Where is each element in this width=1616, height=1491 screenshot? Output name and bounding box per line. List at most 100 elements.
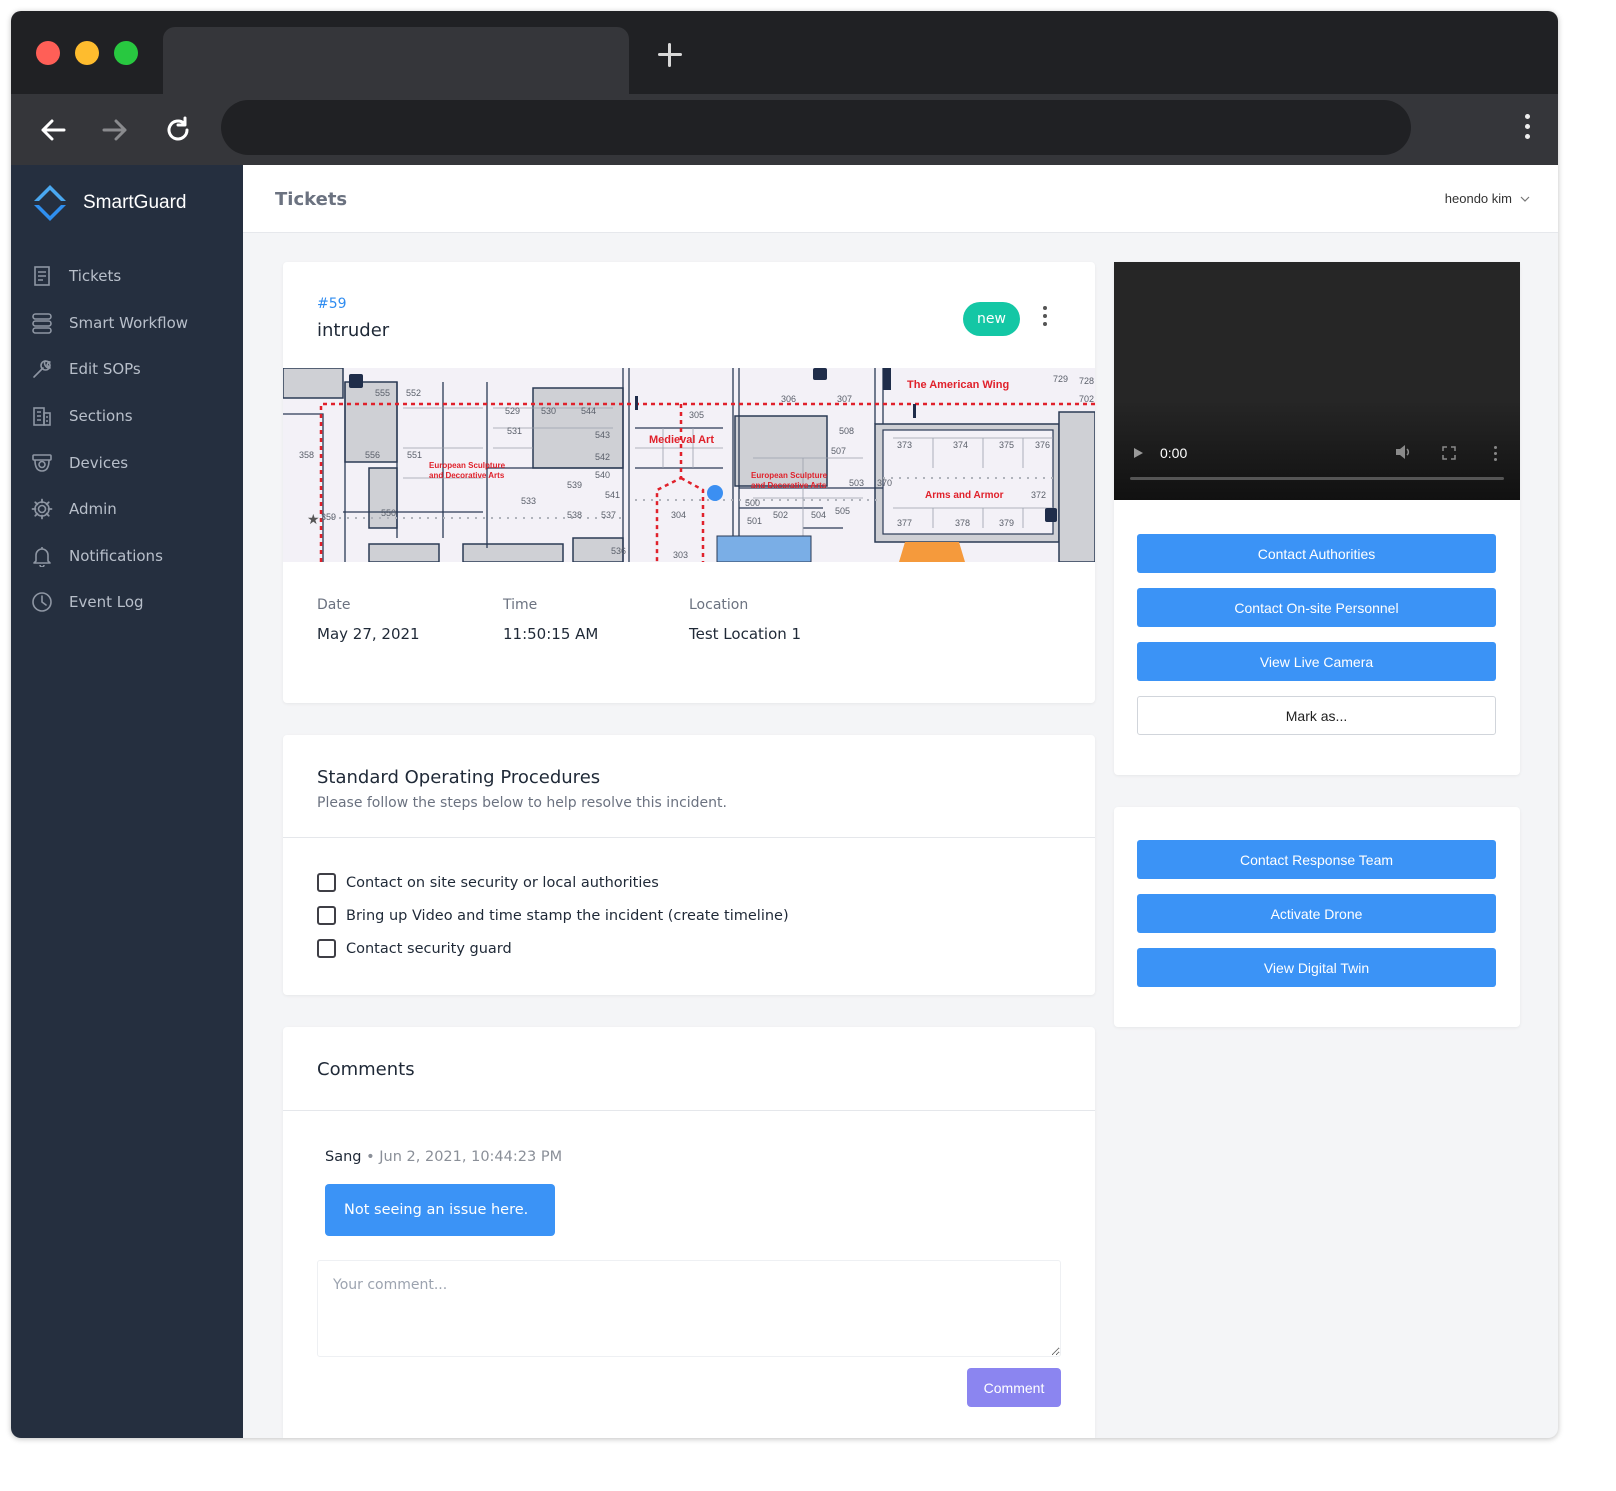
- comments-title: Comments: [317, 1059, 415, 1080]
- sidebar-item-tickets[interactable]: Tickets: [11, 253, 243, 300]
- activate-drone-button[interactable]: Activate Drone: [1137, 894, 1496, 933]
- comment-author: Sang: [325, 1149, 362, 1165]
- browser-tab[interactable]: [163, 27, 629, 94]
- maximize-window-button[interactable]: [114, 41, 138, 65]
- sidebar-item-admin[interactable]: Admin: [11, 486, 243, 533]
- sop-step[interactable]: Contact security guard: [317, 939, 512, 958]
- floor-map[interactable]: ★ The American Wing Medieval Art Europea…: [283, 368, 1095, 562]
- sop-title: Standard Operating Procedures: [317, 767, 601, 788]
- user-name: heondo kim: [1444, 191, 1512, 206]
- sop-step-checkbox[interactable]: [317, 873, 336, 892]
- view-live-camera-button[interactable]: View Live Camera: [1137, 642, 1496, 681]
- chevron-down-icon: [1520, 196, 1530, 202]
- sop-step-checkbox[interactable]: [317, 906, 336, 925]
- svg-text:359: 359: [321, 512, 336, 522]
- time-label: Time: [503, 597, 538, 613]
- svg-text:375: 375: [999, 440, 1014, 450]
- svg-text:501: 501: [747, 516, 762, 526]
- sidebar-item-label: Notifications: [69, 546, 163, 565]
- comment-input[interactable]: [317, 1260, 1061, 1357]
- sidebar-item-label: Devices: [69, 453, 129, 472]
- svg-text:539: 539: [567, 480, 582, 490]
- sop-card: Standard Operating Procedures Please fol…: [283, 735, 1095, 995]
- mark-as-button[interactable]: Mark as...: [1137, 696, 1496, 735]
- svg-text:504: 504: [811, 510, 826, 520]
- comment-submit-button[interactable]: Comment: [967, 1368, 1061, 1407]
- status-badge: new: [963, 302, 1020, 336]
- actions-card: 0:00 Contact Authorities Contact On-site…: [1114, 262, 1520, 775]
- reload-icon: [167, 116, 189, 141]
- sidebar-item-edit-sops[interactable]: Edit SOPs: [11, 346, 243, 393]
- ticket-more-icon[interactable]: [1037, 306, 1053, 330]
- svg-text:529: 529: [505, 406, 520, 416]
- video-progress-bar[interactable]: [1130, 477, 1504, 480]
- date-label: Date: [317, 597, 351, 613]
- svg-text:538: 538: [567, 510, 582, 520]
- comment-meta: Sang • Jun 2, 2021, 10:44:23 PM: [325, 1149, 562, 1165]
- sidebar-item-notifications[interactable]: Notifications: [11, 533, 243, 580]
- svg-text:306: 306: [781, 394, 796, 404]
- sop-step-checkbox[interactable]: [317, 939, 336, 958]
- svg-text:531: 531: [507, 426, 522, 436]
- map-label-european-2b: and Decorative Arts: [751, 481, 827, 490]
- svg-text:555: 555: [375, 388, 390, 398]
- view-digital-twin-button[interactable]: View Digital Twin: [1137, 948, 1496, 987]
- sidebar-item-smart-workflow[interactable]: Smart Workflow: [11, 300, 243, 347]
- map-label-european-1b: and Decorative Arts: [429, 471, 505, 480]
- sidebar-item-event-log[interactable]: Event Log: [11, 579, 243, 626]
- video-player[interactable]: 0:00: [1114, 262, 1520, 500]
- brand[interactable]: SmartGuard: [31, 181, 186, 225]
- svg-text:508: 508: [839, 426, 854, 436]
- svg-text:544: 544: [581, 406, 596, 416]
- svg-text:377: 377: [897, 518, 912, 528]
- sidebar-item-label: Event Log: [69, 593, 144, 612]
- svg-text:536: 536: [611, 546, 626, 556]
- sop-step-label: Bring up Video and time stamp the incide…: [346, 907, 789, 924]
- map-label-arms-armor: Arms and Armor: [925, 490, 1004, 501]
- forward-button[interactable]: [95, 110, 135, 150]
- new-tab-button[interactable]: [656, 41, 684, 69]
- brand-name: SmartGuard: [83, 192, 187, 213]
- sidebar-item-label: Edit SOPs: [69, 360, 141, 379]
- svg-text:373: 373: [897, 440, 912, 450]
- volume-icon[interactable]: [1394, 444, 1412, 460]
- ticket-id[interactable]: #59: [317, 296, 347, 312]
- svg-text:551: 551: [407, 450, 422, 460]
- svg-text:728: 728: [1079, 376, 1094, 386]
- minimize-window-button[interactable]: [75, 41, 99, 65]
- sop-step[interactable]: Contact on site security or local author…: [317, 873, 659, 892]
- divider: [283, 1110, 1095, 1111]
- back-button[interactable]: [33, 110, 73, 150]
- ticket-title: intruder: [317, 320, 390, 341]
- browser-menu-icon[interactable]: [1522, 114, 1532, 144]
- svg-text:543: 543: [595, 430, 610, 440]
- sop-step-label: Contact security guard: [346, 940, 512, 957]
- svg-text:379: 379: [999, 518, 1014, 528]
- bell-icon: [33, 546, 51, 567]
- play-icon[interactable]: [1132, 446, 1144, 460]
- map-label-american-wing: The American Wing: [907, 379, 1009, 391]
- comment-bubble: Not seeing an issue here.: [325, 1184, 555, 1236]
- svg-text:303: 303: [673, 550, 688, 560]
- sidebar-item-label: Sections: [69, 407, 133, 426]
- sidebar-item-sections[interactable]: Sections: [11, 393, 243, 440]
- video-time: 0:00: [1160, 445, 1188, 461]
- svg-text:376: 376: [1035, 440, 1050, 450]
- close-window-button[interactable]: [36, 41, 60, 65]
- sidebar-item-devices[interactable]: Devices: [11, 439, 243, 486]
- contact-onsite-personnel-button[interactable]: Contact On-site Personnel: [1137, 588, 1496, 627]
- divider: [283, 837, 1095, 838]
- svg-text:530: 530: [541, 406, 556, 416]
- fullscreen-icon[interactable]: [1442, 446, 1456, 460]
- browser-tab-strip: [11, 11, 1558, 94]
- map-label-european-1a: European Sculpture: [429, 461, 506, 470]
- svg-text:★: ★: [307, 512, 320, 528]
- svg-text:541: 541: [605, 490, 620, 500]
- address-bar[interactable]: [221, 100, 1411, 155]
- contact-response-team-button[interactable]: Contact Response Team: [1137, 840, 1496, 879]
- contact-authorities-button[interactable]: Contact Authorities: [1137, 534, 1496, 573]
- sop-step[interactable]: Bring up Video and time stamp the incide…: [317, 906, 789, 925]
- video-more-icon[interactable]: [1494, 446, 1497, 464]
- reload-button[interactable]: [158, 110, 198, 150]
- user-menu[interactable]: heondo kim: [1445, 191, 1530, 206]
